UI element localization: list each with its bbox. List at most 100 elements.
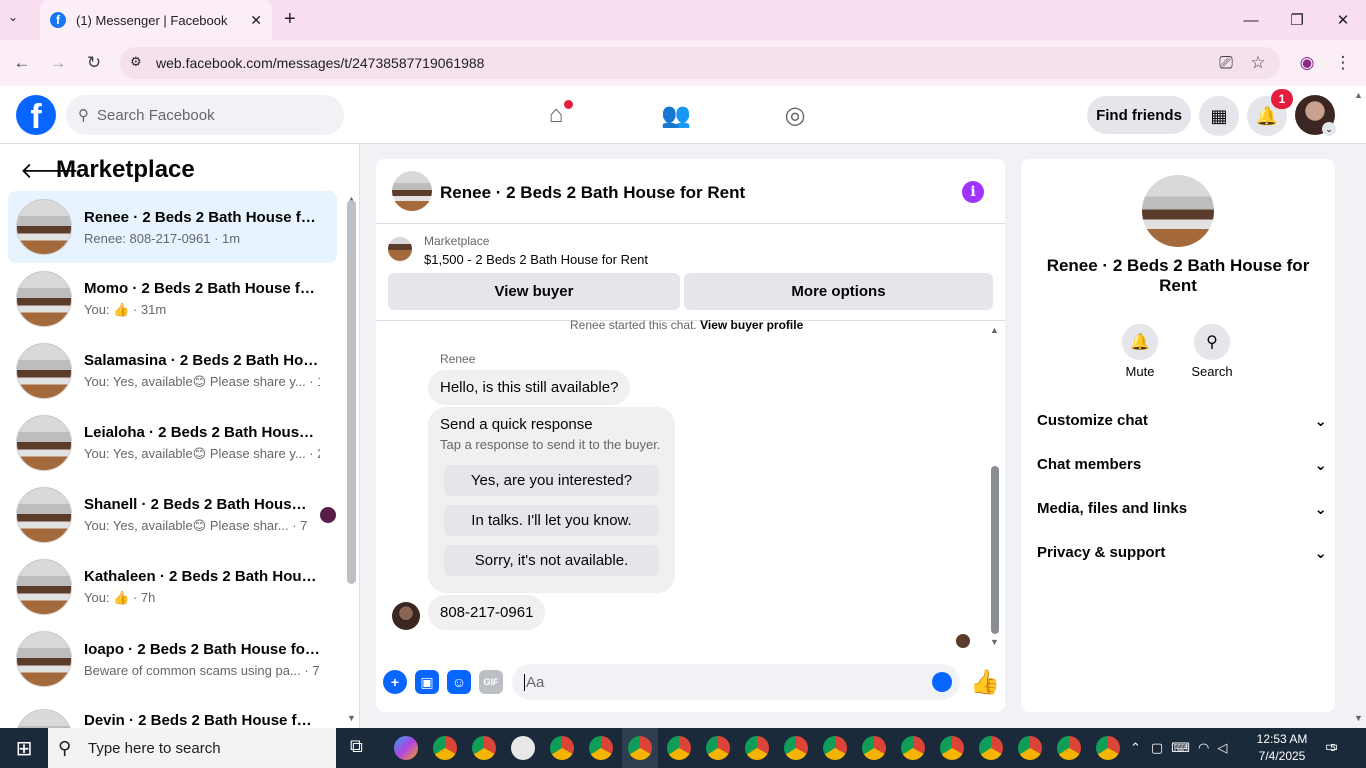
marketplace-label: Marketplace: [424, 234, 490, 248]
page-scroll-down-icon[interactable]: ▼: [1354, 713, 1363, 723]
chrome-icon[interactable]: [589, 736, 613, 760]
chevron-down-icon: ⌄: [1314, 413, 1327, 430]
chrome-icon[interactable]: [550, 736, 574, 760]
chat-title[interactable]: Renee · 2 Beds 2 Bath House for Rent: [440, 183, 745, 203]
chrome-icon[interactable]: [784, 736, 808, 760]
facebook-search-input[interactable]: ⚲ Search Facebook: [66, 95, 344, 135]
chrome-icon[interactable]: [667, 736, 691, 760]
scroll-up-arrow-icon[interactable]: ▲: [990, 325, 999, 335]
conversation-item[interactable]: Kathaleen · 2 Beds 2 Bath House... You: 👍…: [8, 551, 337, 623]
minimize-icon[interactable]: —: [1228, 0, 1274, 40]
taskbar-clock[interactable]: 12:53 AM 7/4/2025: [1250, 731, 1314, 765]
chrome-icon[interactable]: [706, 736, 730, 760]
photo-icon[interactable]: ▣: [415, 670, 439, 694]
view-buyer-button[interactable]: View buyer: [388, 273, 680, 310]
scroll-down-arrow-icon[interactable]: ▼: [347, 713, 356, 723]
chrome-icon[interactable]: [979, 736, 1003, 760]
back-icon[interactable]: ←: [7, 48, 37, 78]
info-icon[interactable]: i: [962, 181, 984, 203]
new-tab-icon[interactable]: +: [284, 8, 296, 31]
network-icon[interactable]: ◠: [1198, 740, 1209, 756]
chrome-icon[interactable]: [472, 736, 496, 760]
quick-response-button[interactable]: In talks. I'll let you know.: [444, 505, 659, 536]
scroll-down-arrow-icon[interactable]: ▼: [990, 637, 999, 647]
address-bar[interactable]: ⚙ web.facebook.com/messages/t/2473858771…: [120, 47, 1280, 79]
reload-icon[interactable]: ↻: [79, 48, 109, 78]
install-app-icon[interactable]: ⎚: [1211, 48, 1241, 78]
conversation-preview: Renee: 808-217-0961 · 1m: [84, 230, 241, 246]
started-text: Renee started this chat.: [570, 318, 697, 332]
emoji-icon[interactable]: [932, 672, 952, 692]
quick-response-button[interactable]: Sorry, it's not available.: [444, 545, 659, 576]
close-tab-icon[interactable]: ✕: [250, 12, 262, 29]
chrome-icon[interactable]: [1057, 736, 1081, 760]
restore-icon[interactable]: ❐: [1274, 0, 1320, 40]
chrome-icon[interactable]: [511, 736, 535, 760]
site-info-icon[interactable]: ⚙: [130, 54, 142, 70]
chrome-icon[interactable]: [901, 736, 925, 760]
conversation-name: Devin · 2 Beds 2 Bath House for ...: [84, 712, 320, 728]
conversation-item[interactable]: Renee · 2 Beds 2 Bath House for... Renee:…: [8, 191, 337, 263]
conversation-item[interactable]: Momo · 2 Beds 2 Bath House for... You: 👍 …: [8, 263, 337, 335]
account-chevron-icon[interactable]: ⌄: [1322, 122, 1336, 136]
chrome-icon[interactable]: [823, 736, 847, 760]
input-method-icon[interactable]: ⌨: [1171, 740, 1190, 756]
gif-icon[interactable]: GIF: [479, 670, 503, 694]
add-icon[interactable]: +: [383, 670, 407, 694]
find-friends-button[interactable]: Find friends: [1087, 96, 1191, 134]
conversation-item[interactable]: Leialoha · 2 Beds 2 Bath House f... You: …: [8, 407, 337, 479]
message-input[interactable]: Aa: [512, 664, 960, 700]
listing-price-title[interactable]: $1,500 - 2 Beds 2 Bath House for Rent: [424, 252, 648, 267]
forward-icon[interactable]: →: [43, 48, 73, 78]
meet-now-icon[interactable]: ▢: [1151, 740, 1163, 756]
volume-icon[interactable]: ◁: [1217, 740, 1227, 756]
sender-avatar[interactable]: [392, 602, 420, 630]
tab-search-chevron-icon[interactable]: ⌄: [8, 10, 18, 24]
like-thumb-icon[interactable]: 👍: [970, 668, 1000, 697]
groups-icon[interactable]: ◎: [777, 98, 813, 132]
chrome-icon[interactable]: [862, 736, 886, 760]
bookmark-star-icon[interactable]: ☆: [1243, 48, 1273, 78]
chrome-icon[interactable]: [433, 736, 457, 760]
quick-response-button[interactable]: Yes, are you interested?: [444, 465, 659, 496]
chat-members-section[interactable]: Chat members ⌄: [1037, 456, 1327, 474]
taskbar-search-input[interactable]: Type here to search: [48, 728, 336, 768]
task-view-icon[interactable]: ⧉: [350, 736, 363, 757]
sidebar-scrollbar[interactable]: [347, 200, 356, 584]
close-window-icon[interactable]: ✕: [1320, 0, 1366, 40]
message-bubble[interactable]: 808-217-0961: [428, 595, 546, 630]
conversation-item[interactable]: Shanell · 2 Beds 2 Bath House... You: Yes…: [8, 479, 337, 551]
facebook-favicon-icon: f: [50, 12, 66, 28]
profile-icon[interactable]: ◉: [1292, 48, 1322, 78]
menu-grid-icon[interactable]: ▦: [1199, 96, 1239, 136]
chat-listing-thumbnail[interactable]: [392, 171, 432, 211]
more-options-button[interactable]: More options: [684, 273, 993, 310]
conversation-item[interactable]: Devin · 2 Beds 2 Bath House for ...: [8, 695, 337, 728]
chrome-icon[interactable]: [1096, 736, 1120, 760]
quick-response-title: Send a quick response: [440, 416, 593, 433]
chat-scrollbar[interactable]: [991, 466, 999, 634]
message-bubble[interactable]: Hello, is this still available?: [428, 370, 631, 405]
conversation-item[interactable]: Salamasina · 2 Beds 2 Bath Hous... You: Y…: [8, 335, 337, 407]
page-scroll-up-icon[interactable]: ▲: [1354, 90, 1363, 100]
chrome-icon[interactable]: [1018, 736, 1042, 760]
chrome-icon[interactable]: [940, 736, 964, 760]
mute-bell-icon[interactable]: 🔔: [1122, 324, 1158, 360]
windows-start-icon[interactable]: ⊞: [0, 728, 48, 768]
chrome-menu-icon[interactable]: ⋮: [1328, 48, 1358, 78]
chrome-icon[interactable]: [745, 736, 769, 760]
facebook-logo[interactable]: f: [16, 95, 56, 135]
customize-chat-section[interactable]: Customize chat ⌄: [1037, 412, 1327, 430]
conversation-item[interactable]: Ioapo · 2 Beds 2 Bath House for ... Bewar…: [8, 623, 337, 695]
chevron-up-icon[interactable]: ⌃: [1130, 740, 1141, 756]
friends-icon[interactable]: 👥: [658, 98, 694, 132]
privacy-support-section[interactable]: Privacy & support ⌄: [1037, 544, 1327, 562]
notification-center-icon[interactable]: ▭5: [1325, 738, 1349, 758]
sticker-icon[interactable]: ☺: [447, 670, 471, 694]
search-icon[interactable]: ⚲: [1194, 324, 1230, 360]
media-files-links-section[interactable]: Media, files and links ⌄: [1037, 500, 1327, 518]
browser-tab[interactable]: f (1) Messenger | Facebook ✕: [40, 0, 272, 40]
view-buyer-profile-link[interactable]: View buyer profile: [700, 318, 803, 332]
chrome-icon[interactable]: [628, 736, 652, 760]
copilot-icon[interactable]: [394, 736, 418, 760]
